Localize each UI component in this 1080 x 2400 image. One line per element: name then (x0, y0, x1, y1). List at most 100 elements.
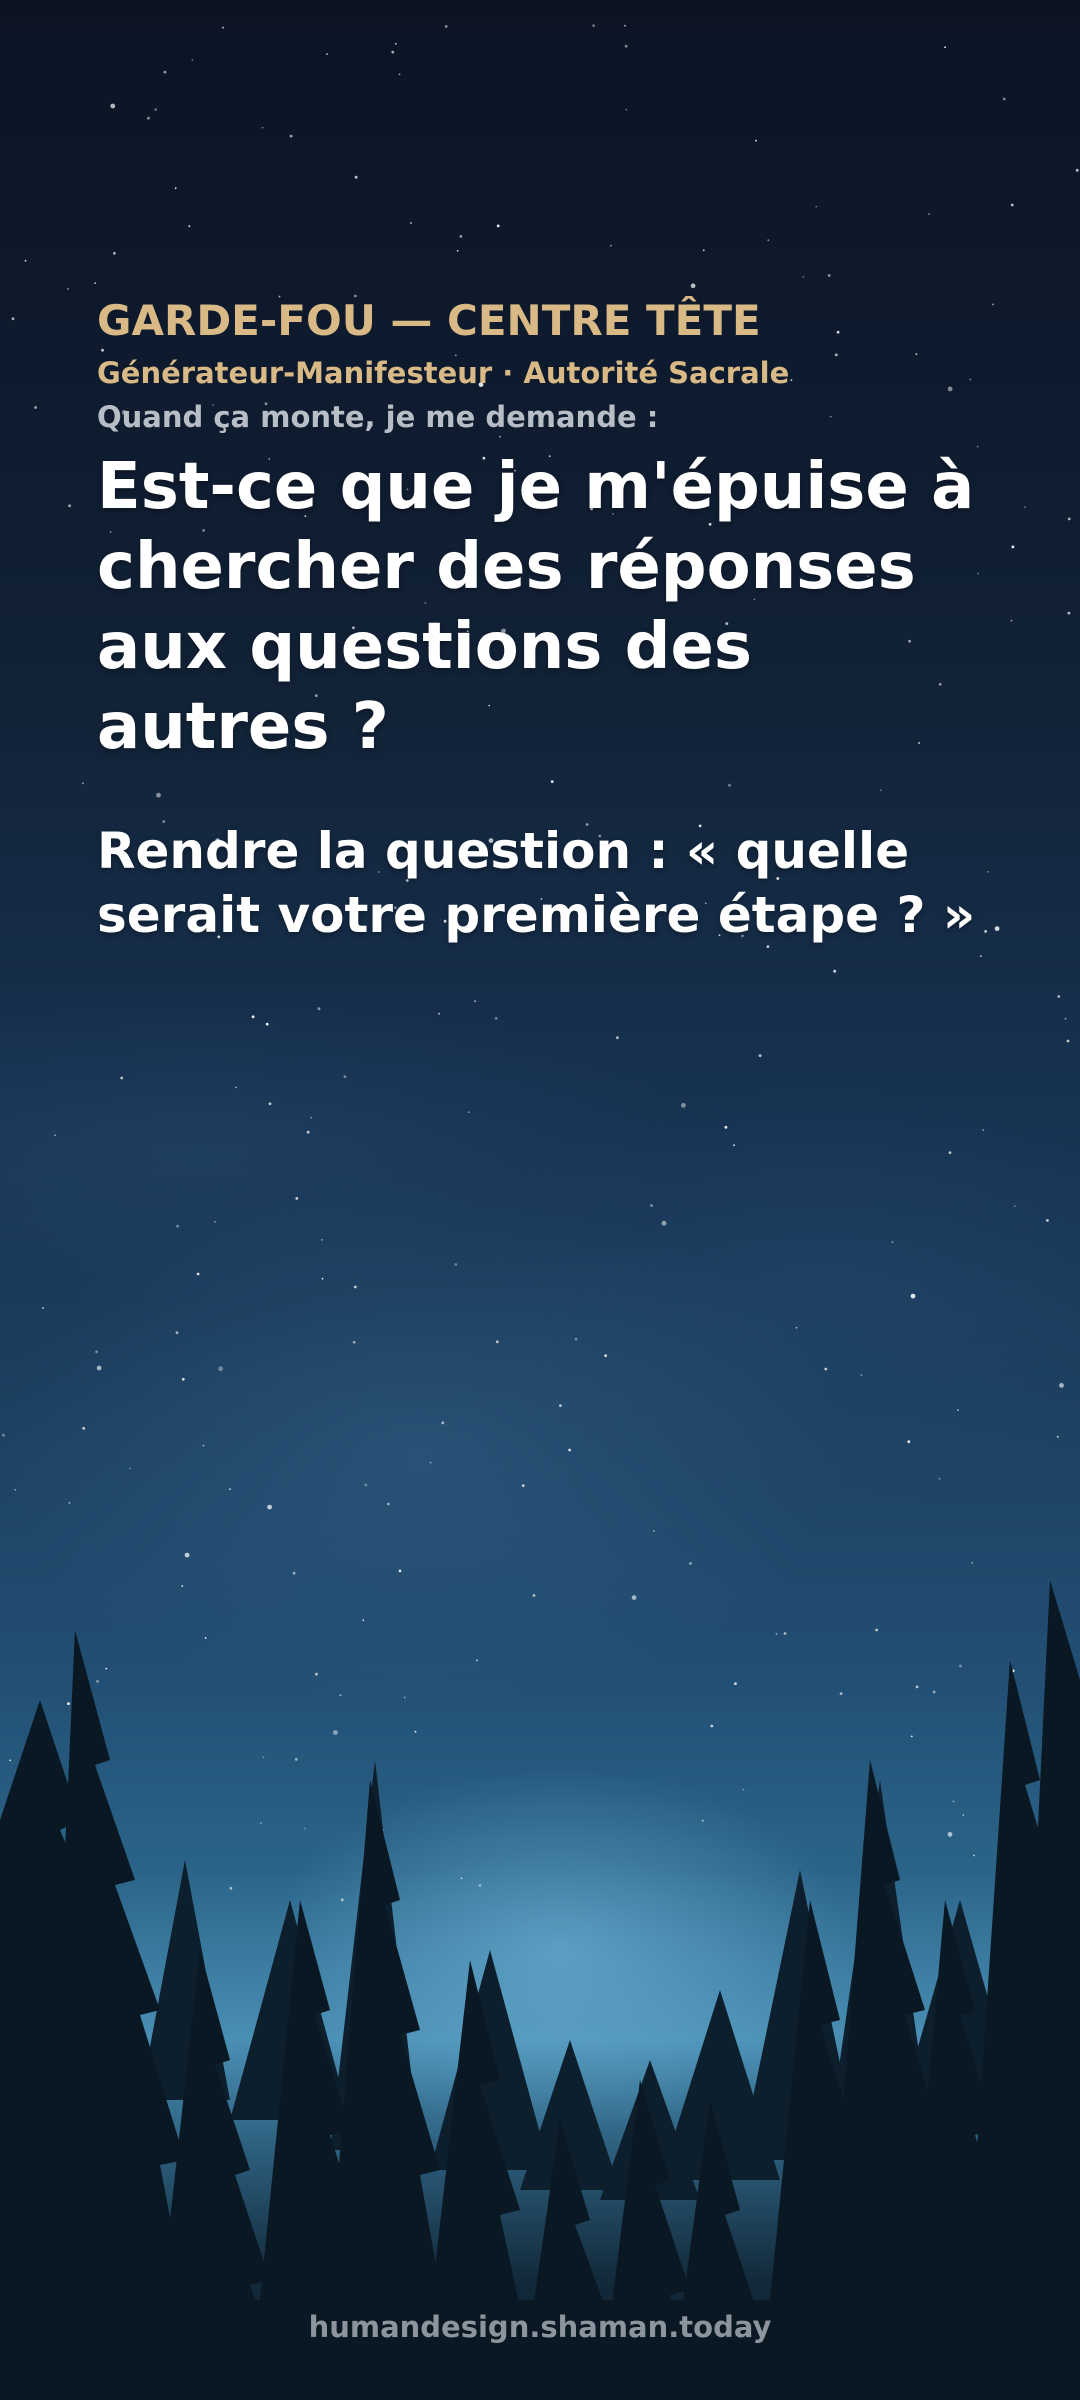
star (724, 1125, 728, 1129)
star (689, 1562, 692, 1565)
star (616, 1036, 619, 1040)
star (68, 504, 71, 508)
star (1067, 611, 1071, 615)
star (259, 1822, 262, 1824)
answer-suggestion: Rendre la question : « quelle serait vot… (97, 822, 976, 944)
star (214, 1220, 216, 1223)
star (262, 1756, 265, 1759)
star (947, 1832, 953, 1837)
star (267, 1504, 272, 1510)
star (1013, 1205, 1016, 1207)
star (202, 1444, 205, 1447)
star (459, 235, 463, 238)
star (982, 1129, 985, 1131)
star (394, 42, 397, 45)
star (625, 108, 628, 111)
star (1046, 1219, 1049, 1222)
star (391, 50, 395, 54)
star (326, 53, 328, 55)
star (176, 1224, 180, 1228)
star (559, 1404, 562, 1407)
star (1002, 97, 1006, 101)
star (289, 134, 293, 138)
star (1057, 995, 1061, 998)
star (1059, 1383, 1064, 1388)
star (387, 1502, 390, 1506)
star (802, 276, 805, 278)
star (775, 1633, 778, 1635)
star (456, 250, 459, 252)
star (1010, 203, 1014, 207)
star (460, 1877, 463, 1880)
star (67, 1702, 70, 1705)
star (268, 1102, 272, 1106)
star (755, 139, 757, 142)
star (181, 1377, 185, 1381)
star (653, 1530, 655, 1532)
star (222, 26, 224, 29)
star (113, 251, 116, 255)
star (891, 1241, 894, 1243)
star (304, 1827, 306, 1830)
star (948, 1151, 952, 1154)
star (429, 1461, 432, 1464)
star (1024, 506, 1026, 509)
star (196, 1272, 200, 1276)
star (521, 1484, 525, 1487)
star (932, 1690, 936, 1694)
star (441, 1421, 445, 1425)
star (532, 1594, 536, 1597)
star (68, 1502, 71, 1504)
star (163, 70, 167, 74)
star (610, 244, 612, 247)
star (574, 1337, 578, 1341)
star (833, 969, 837, 973)
star (11, 317, 15, 321)
star (218, 1366, 224, 1372)
star (1056, 1435, 1059, 1438)
star (839, 1692, 843, 1695)
star (261, 126, 264, 129)
star (496, 224, 500, 228)
star (34, 406, 37, 409)
star (398, 73, 401, 76)
star (147, 116, 150, 120)
star (476, 1659, 478, 1662)
star (181, 1585, 184, 1587)
star (495, 1340, 499, 1344)
star (1066, 1039, 1070, 1043)
star (154, 108, 158, 111)
star (494, 1017, 498, 1020)
star (339, 1694, 342, 1697)
star (1075, 168, 1079, 172)
star (315, 1672, 318, 1676)
star (265, 1022, 269, 1026)
type-authority-subtitle: Générateur-Manifesteur · Autorité Sacral… (97, 356, 790, 390)
star (42, 1307, 44, 1309)
star (860, 1374, 863, 1376)
star (95, 1350, 98, 1354)
star (959, 1664, 962, 1668)
star (827, 274, 831, 277)
star (907, 1440, 911, 1444)
star (980, 955, 982, 958)
star (604, 1354, 608, 1358)
star (235, 1086, 237, 1089)
star (938, 1477, 941, 1480)
star (795, 1326, 798, 1329)
star (414, 1730, 417, 1733)
star (14, 1488, 17, 1491)
star (702, 249, 705, 252)
star (362, 1619, 365, 1622)
star (96, 1365, 102, 1371)
star (317, 1007, 321, 1011)
star (354, 175, 358, 179)
star (229, 1488, 231, 1490)
star (54, 1134, 56, 1137)
star (340, 1898, 344, 1902)
star (82, 1426, 86, 1430)
star (815, 205, 818, 208)
star (478, 1884, 482, 1887)
star (320, 1239, 323, 1241)
star (343, 1075, 347, 1079)
